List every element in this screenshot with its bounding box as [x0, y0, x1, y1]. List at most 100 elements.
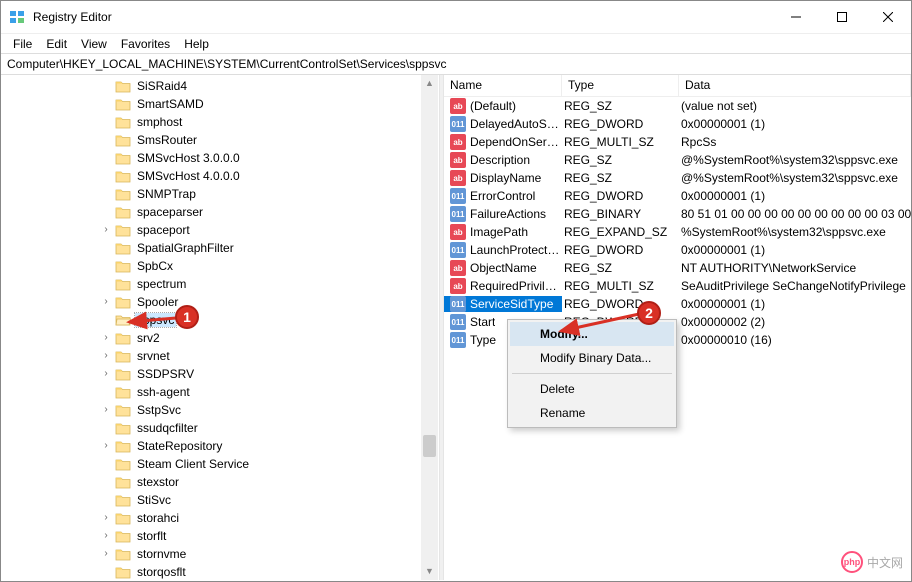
tree-item-stisvc[interactable]: StiSvc	[91, 491, 439, 509]
value-row[interactable]: DelayedAutoStartREG_DWORD0x00000001 (1)	[444, 115, 911, 133]
tree-item-spooler[interactable]: ›Spooler	[91, 293, 439, 311]
value-row[interactable]: (Default)REG_SZ(value not set)	[444, 97, 911, 115]
chevron-right-icon[interactable]	[101, 477, 111, 487]
menu-rename[interactable]: Rename	[510, 401, 674, 425]
tree-item-spaceport[interactable]: ›spaceport	[91, 221, 439, 239]
folder-icon	[115, 97, 131, 111]
value-row[interactable]: DisplayNameREG_SZ@%SystemRoot%\system32\…	[444, 169, 911, 187]
chevron-right-icon[interactable]	[101, 387, 111, 397]
tree-item-ssudqcfilter[interactable]: ssudqcfilter	[91, 419, 439, 437]
chevron-right-icon[interactable]	[101, 315, 111, 325]
tree-item-sstpsvc[interactable]: ›SstpSvc	[91, 401, 439, 419]
tree-item-snmptrap[interactable]: SNMPTrap	[91, 185, 439, 203]
menu-modify-binary[interactable]: Modify Binary Data...	[510, 346, 674, 370]
tree-item-spbcx[interactable]: SpbCx	[91, 257, 439, 275]
tree-item-storahci[interactable]: ›storahci	[91, 509, 439, 527]
column-name[interactable]: Name	[444, 75, 562, 96]
string-value-icon	[450, 278, 466, 294]
tree-item-sppsvc[interactable]: sppsvc	[91, 311, 439, 329]
tree-item-stexstor[interactable]: stexstor	[91, 473, 439, 491]
chevron-right-icon[interactable]: ›	[101, 531, 111, 541]
menu-separator	[512, 373, 672, 374]
tree-item-storflt[interactable]: ›storflt	[91, 527, 439, 545]
chevron-right-icon[interactable]	[101, 423, 111, 433]
chevron-right-icon[interactable]	[101, 459, 111, 469]
value-data: 0x00000001 (1)	[679, 189, 911, 203]
folder-icon	[115, 385, 131, 399]
chevron-right-icon[interactable]	[101, 81, 111, 91]
value-row[interactable]: DescriptionREG_SZ@%SystemRoot%\system32\…	[444, 151, 911, 169]
scroll-up-arrow[interactable]: ▲	[421, 75, 438, 92]
tree-item-srv2[interactable]: ›srv2	[91, 329, 439, 347]
chevron-right-icon[interactable]: ›	[101, 351, 111, 361]
chevron-right-icon[interactable]: ›	[101, 441, 111, 451]
value-list[interactable]: (Default)REG_SZ(value not set)DelayedAut…	[444, 97, 911, 349]
close-button[interactable]	[865, 1, 911, 33]
value-row[interactable]: DependOnServiceREG_MULTI_SZRpcSs	[444, 133, 911, 151]
tree-item-spatialgraphfilter[interactable]: SpatialGraphFilter	[91, 239, 439, 257]
chevron-right-icon[interactable]	[101, 207, 111, 217]
menu-favorites[interactable]: Favorites	[115, 35, 176, 53]
value-row[interactable]: LaunchProtectedREG_DWORD0x00000001 (1)	[444, 241, 911, 259]
value-type: REG_EXPAND_SZ	[562, 225, 679, 239]
chevron-right-icon[interactable]: ›	[101, 369, 111, 379]
tree-item-ssh-agent[interactable]: ssh-agent	[91, 383, 439, 401]
chevron-right-icon[interactable]: ›	[101, 549, 111, 559]
chevron-right-icon[interactable]	[101, 153, 111, 163]
tree-item-label: SpbCx	[135, 259, 175, 273]
chevron-right-icon[interactable]	[101, 117, 111, 127]
tree-item-ssdpsrv[interactable]: ›SSDPSRV	[91, 365, 439, 383]
value-row[interactable]: FailureActionsREG_BINARY80 51 01 00 00 0…	[444, 205, 911, 223]
chevron-right-icon[interactable]	[101, 99, 111, 109]
tree-item-smartsamd[interactable]: SmartSAMD	[91, 95, 439, 113]
chevron-right-icon[interactable]	[101, 135, 111, 145]
close-icon	[883, 12, 893, 22]
tree-item-smsrouter[interactable]: SmsRouter	[91, 131, 439, 149]
value-row[interactable]: ObjectNameREG_SZNT AUTHORITY\NetworkServ…	[444, 259, 911, 277]
chevron-right-icon[interactable]: ›	[101, 333, 111, 343]
tree-item-srvnet[interactable]: ›srvnet	[91, 347, 439, 365]
chevron-right-icon[interactable]: ›	[101, 297, 111, 307]
menu-delete[interactable]: Delete	[510, 377, 674, 401]
tree-item-steam-client-service[interactable]: Steam Client Service	[91, 455, 439, 473]
column-data[interactable]: Data	[679, 75, 911, 96]
minimize-button[interactable]	[773, 1, 819, 33]
tree-item-spectrum[interactable]: spectrum	[91, 275, 439, 293]
value-row[interactable]: ServiceSidTypeREG_DWORD0x00000001 (1)	[444, 295, 911, 313]
scroll-thumb[interactable]	[423, 435, 436, 457]
chevron-right-icon[interactable]: ›	[101, 513, 111, 523]
value-row[interactable]: ErrorControlREG_DWORD0x00000001 (1)	[444, 187, 911, 205]
value-row[interactable]: ImagePathREG_EXPAND_SZ%SystemRoot%\syste…	[444, 223, 911, 241]
menu-view[interactable]: View	[75, 35, 113, 53]
tree-item-smsvchost-3-0-0-0[interactable]: SMSvcHost 3.0.0.0	[91, 149, 439, 167]
chevron-right-icon[interactable]	[101, 189, 111, 199]
column-type[interactable]: Type	[562, 75, 679, 96]
maximize-button[interactable]	[819, 1, 865, 33]
scroll-down-arrow[interactable]: ▼	[421, 563, 438, 580]
chevron-right-icon[interactable]	[101, 261, 111, 271]
tree-item-sisraid4[interactable]: SiSRaid4	[91, 77, 439, 95]
chevron-right-icon[interactable]	[101, 279, 111, 289]
chevron-right-icon[interactable]	[101, 243, 111, 253]
chevron-right-icon[interactable]	[101, 495, 111, 505]
menu-help[interactable]: Help	[178, 35, 215, 53]
key-tree[interactable]: SiSRaid4SmartSAMDsmphost SmsRouter SMSvcHo…	[1, 75, 439, 580]
address-bar[interactable]: Computer\HKEY_LOCAL_MACHINE\SYSTEM\Curre…	[1, 53, 911, 75]
tree-item-label: SmsRouter	[135, 133, 199, 147]
tree-item-spaceparser[interactable]: spaceparser	[91, 203, 439, 221]
tree-item-smsvchost-4-0-0-0[interactable]: SMSvcHost 4.0.0.0	[91, 167, 439, 185]
tree-scrollbar[interactable]: ▲ ▼	[421, 75, 438, 580]
value-row[interactable]: RequiredPrivileg...REG_MULTI_SZSeAuditPr…	[444, 277, 911, 295]
chevron-right-icon[interactable]: ›	[101, 225, 111, 235]
tree-item-staterepository[interactable]: ›StateRepository	[91, 437, 439, 455]
tree-item-storqosflt[interactable]: storqosflt	[91, 563, 439, 580]
menu-edit[interactable]: Edit	[40, 35, 73, 53]
string-value-icon	[450, 260, 466, 276]
tree-item-stornvme[interactable]: ›stornvme	[91, 545, 439, 563]
menu-file[interactable]: File	[7, 35, 38, 53]
chevron-right-icon[interactable]: ›	[101, 405, 111, 415]
menu-modify[interactable]: Modify...	[510, 322, 674, 346]
tree-item-smphost[interactable]: smphost	[91, 113, 439, 131]
chevron-right-icon[interactable]	[101, 567, 111, 577]
chevron-right-icon[interactable]	[101, 171, 111, 181]
